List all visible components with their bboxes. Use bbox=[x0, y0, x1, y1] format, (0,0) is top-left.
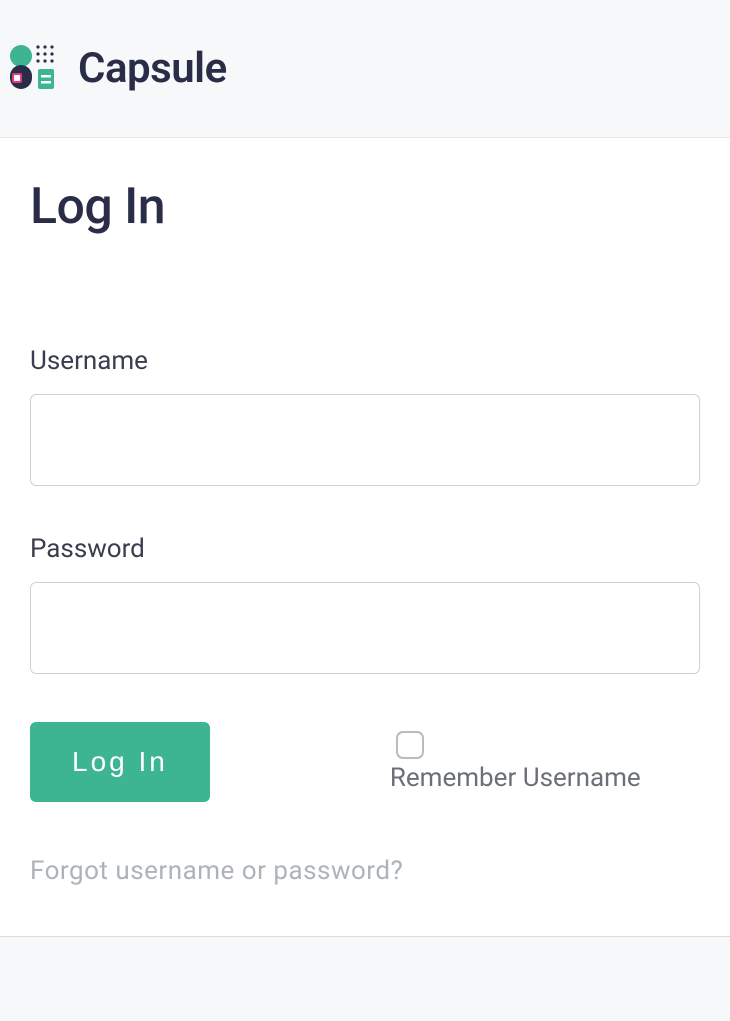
forgot-link[interactable]: Forgot username or password? bbox=[30, 856, 403, 886]
username-input[interactable] bbox=[30, 394, 700, 486]
brand-logo: Capsule bbox=[10, 44, 720, 93]
remember-label: Remember Username bbox=[390, 763, 641, 793]
username-field-group: Username bbox=[30, 346, 700, 486]
remember-group: Remember Username bbox=[390, 731, 641, 793]
password-label: Password bbox=[30, 534, 700, 564]
brand-name: Capsule bbox=[78, 44, 227, 93]
username-label: Username bbox=[30, 346, 700, 376]
capsule-icon bbox=[10, 45, 64, 93]
password-input[interactable] bbox=[30, 582, 700, 674]
remember-checkbox[interactable] bbox=[396, 731, 424, 759]
header-bar: Capsule bbox=[0, 0, 730, 138]
login-card: Log In Username Password Log In Remember… bbox=[0, 138, 730, 937]
password-field-group: Password bbox=[30, 534, 700, 674]
page-title: Log In bbox=[30, 178, 700, 236]
login-button[interactable]: Log In bbox=[30, 722, 210, 802]
actions-row: Log In Remember Username bbox=[30, 722, 700, 802]
